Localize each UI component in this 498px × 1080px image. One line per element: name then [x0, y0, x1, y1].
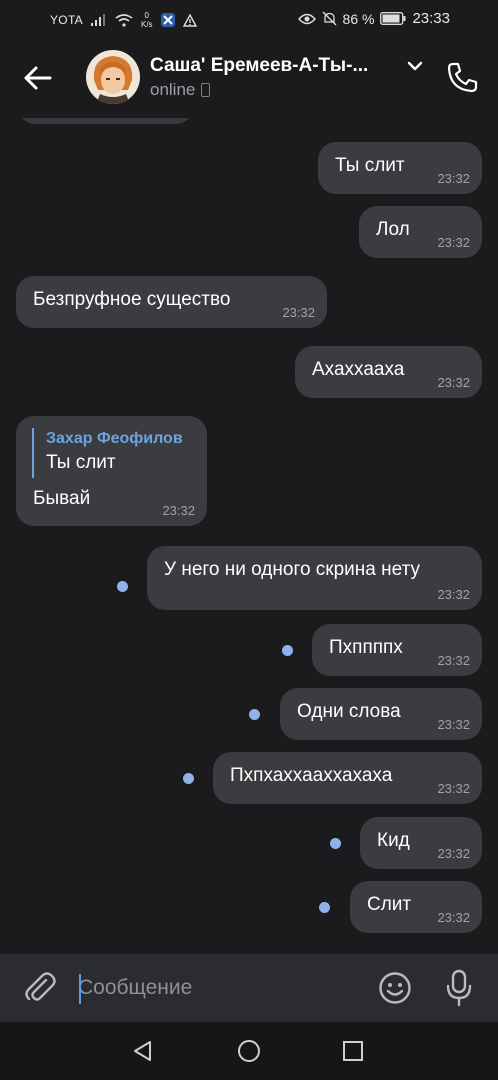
message-time: 23:32: [437, 375, 470, 390]
network-speed: 0 K/s: [141, 11, 153, 29]
message-bubble-outgoing[interactable]: Ахаххааха 23:32: [295, 346, 482, 398]
message-time: 23:32: [437, 171, 470, 186]
message-bubble-outgoing[interactable]: Ты слит 23:32: [318, 142, 482, 194]
unread-indicator: [249, 709, 260, 720]
message-text: У него ни одного скрина нету: [164, 559, 420, 580]
message-input[interactable]: [78, 968, 358, 1008]
message-text: Лол: [376, 219, 410, 240]
message-text: Слит: [367, 894, 412, 915]
unread-indicator: [330, 838, 341, 849]
phone-call-icon[interactable]: [444, 60, 480, 96]
reply-text: Ты слит: [46, 452, 116, 473]
back-arrow-icon[interactable]: [20, 62, 56, 94]
eye-icon: [297, 13, 316, 24]
message-time: 23:32: [437, 235, 470, 250]
message-bubble-outgoing[interactable]: У него ни одного скрина нету 23:32: [147, 546, 482, 610]
message-text: Пхпхаххааххахаха: [230, 765, 393, 786]
unread-indicator: [117, 581, 128, 592]
message-bubble-outgoing[interactable]: Пхппппх 23:32: [312, 624, 482, 676]
status-bar-right: 86 % 23:33: [297, 10, 450, 27]
avatar[interactable]: [86, 50, 140, 104]
carrier-label: YOTA: [50, 13, 83, 27]
message-time: 23:32: [162, 503, 195, 518]
chevron-down-icon[interactable]: [404, 58, 426, 74]
chat-title[interactable]: Саша' Еремеев-А-Ты-...: [150, 55, 400, 77]
system-nav-bar: [0, 1022, 498, 1080]
avatar-image: [86, 50, 140, 104]
message-text: Ты слит: [335, 155, 405, 176]
message-text: Одни слова: [297, 701, 401, 722]
wifi-icon: [115, 13, 133, 27]
unread-indicator: [319, 902, 330, 913]
mobile-device-icon: [201, 83, 211, 97]
message-text: Безпруфное существо: [33, 289, 231, 310]
app-notification-icon: [160, 13, 175, 27]
nav-recents-icon[interactable]: [343, 1041, 363, 1061]
unread-indicator: [183, 773, 194, 784]
message-bubble-outgoing[interactable]: Лол 23:32: [359, 206, 482, 258]
text-cursor: [79, 974, 81, 1004]
message-time: 23:32: [437, 910, 470, 925]
message-text: Кид: [377, 830, 410, 851]
message-bubble-partial[interactable]: [18, 118, 193, 124]
chat-header: Саша' Еремеев-А-Ты-... online: [0, 38, 498, 118]
message-time: 23:32: [437, 653, 470, 668]
paperclip-icon[interactable]: [22, 970, 58, 1006]
message-time: 23:32: [282, 305, 315, 320]
message-text: Бывай: [33, 488, 91, 509]
status-bar: YOTA 0 K/s 86 % 23:33: [0, 0, 498, 38]
message-composer: [0, 954, 498, 1022]
reply-author: Захар Феофилов: [46, 430, 183, 447]
message-time: 23:32: [437, 781, 470, 796]
emoji-icon[interactable]: [378, 971, 412, 1005]
reply-quote[interactable]: Захар Феофилов Ты слит: [32, 428, 183, 478]
status-bar-left: YOTA 0 K/s: [50, 11, 197, 29]
mute-bell-icon: [322, 11, 336, 26]
message-text: Ахаххааха: [312, 359, 405, 380]
message-bubble-outgoing[interactable]: Кид 23:32: [360, 817, 482, 869]
status-time: 23:33: [412, 10, 450, 27]
chat-status: online: [150, 80, 211, 100]
nav-home-icon[interactable]: [237, 1039, 261, 1063]
microphone-icon[interactable]: [445, 969, 473, 1007]
network-speed-unit: K/s: [140, 20, 153, 29]
message-text: Пхппппх: [329, 637, 403, 658]
nav-back-icon[interactable]: [131, 1039, 155, 1063]
online-status-label: online: [150, 80, 196, 99]
message-bubble-reply[interactable]: Захар Феофилов Ты слит Бывай 23:32: [16, 416, 207, 526]
warning-icon: [182, 13, 197, 27]
battery-icon: [380, 12, 406, 25]
network-speed-value: 0: [144, 11, 149, 20]
message-time: 23:32: [437, 717, 470, 732]
battery-percent: 86 %: [342, 10, 375, 27]
unread-indicator: [282, 645, 293, 656]
signal-icon: [90, 14, 105, 26]
message-bubble-outgoing[interactable]: Одни слова 23:32: [280, 688, 482, 740]
message-time: 23:32: [437, 846, 470, 861]
message-list[interactable]: Ты слит 23:32 Лол 23:32 Безпруфное сущес…: [0, 118, 498, 954]
message-bubble-incoming[interactable]: Безпруфное существо 23:32: [16, 276, 327, 328]
message-time: 23:32: [437, 587, 470, 602]
message-bubble-outgoing[interactable]: Пхпхаххааххахаха 23:32: [213, 752, 482, 804]
message-bubble-outgoing[interactable]: Слит 23:32: [350, 881, 482, 933]
